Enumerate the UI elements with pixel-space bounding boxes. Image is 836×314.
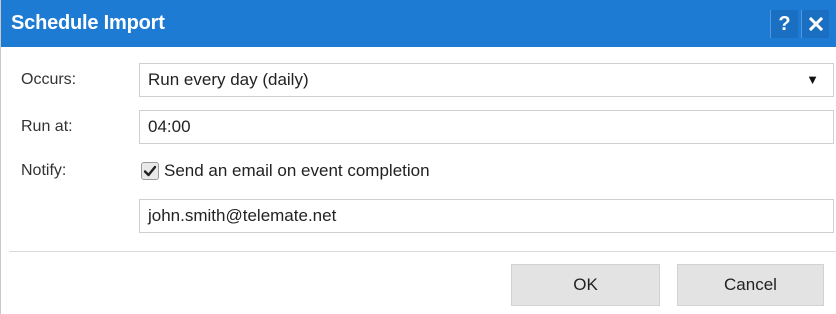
divider — [9, 251, 836, 252]
ok-button[interactable]: OK — [511, 264, 660, 306]
title-bar: Schedule Import ? — [1, 0, 836, 47]
email-field[interactable]: john.smith@telemate.net — [139, 199, 834, 233]
help-button[interactable]: ? — [770, 10, 798, 38]
close-button[interactable] — [801, 10, 829, 38]
cancel-button[interactable]: Cancel — [677, 264, 824, 306]
occurs-select-value: Run every day (daily) — [148, 70, 309, 89]
run-at-input[interactable]: 04:00 — [139, 110, 834, 144]
dialog-title: Schedule Import — [11, 12, 165, 34]
notify-checkbox[interactable] — [141, 162, 159, 180]
occurs-label: Occurs: — [21, 71, 77, 88]
run-at-label: Run at: — [21, 118, 73, 135]
notify-checkbox-label: Send an email on event completion — [164, 161, 430, 180]
schedule-import-dialog: Schedule Import ? Occurs: Run every day … — [0, 0, 836, 314]
checkmark-icon — [143, 165, 157, 177]
close-icon — [808, 16, 823, 32]
notify-checkbox-row[interactable]: Send an email on event completion — [141, 158, 430, 184]
occurs-select[interactable]: Run every day (daily) ▼ — [139, 63, 834, 97]
chevron-down-icon: ▼ — [806, 72, 819, 87]
notify-label: Notify: — [21, 162, 67, 179]
